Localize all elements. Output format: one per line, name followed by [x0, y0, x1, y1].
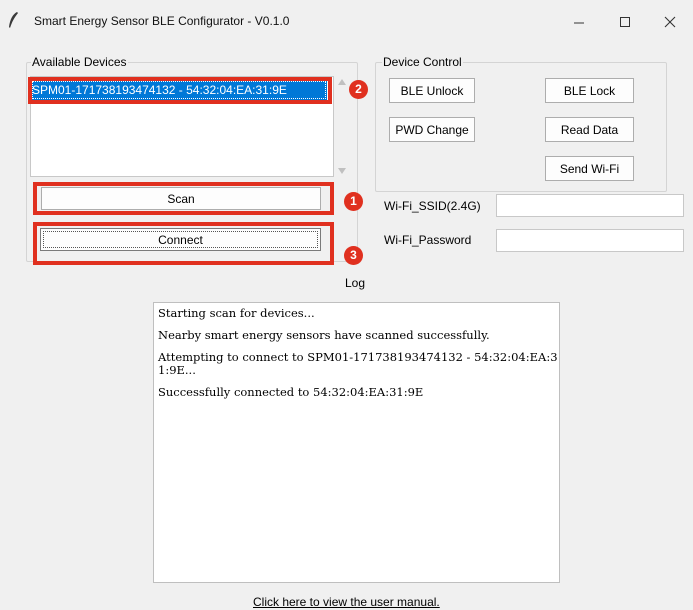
minimize-button[interactable] — [556, 5, 602, 39]
maximize-button[interactable] — [602, 5, 648, 39]
annotation-box-connect — [33, 222, 334, 265]
annotation-box-scan — [33, 182, 334, 215]
close-button[interactable] — [647, 5, 693, 39]
read-data-button[interactable]: Read Data — [545, 117, 634, 142]
log-line: Attempting to connect to SPM01-171738193… — [158, 350, 558, 377]
annotation-badge-2: 2 — [349, 80, 368, 99]
log-label: Log — [345, 276, 366, 290]
pwd-change-button[interactable]: PWD Change — [389, 117, 475, 142]
send-wifi-button[interactable]: Send Wi-Fi — [545, 156, 634, 181]
device-control-label: Device Control — [382, 55, 463, 69]
log-textbox[interactable]: Starting scan for devices... Nearby smar… — [153, 302, 560, 583]
ble-lock-button[interactable]: BLE Lock — [545, 78, 634, 103]
maximize-icon — [620, 17, 630, 27]
user-manual-link[interactable]: Click here to view the user manual. — [253, 595, 440, 609]
device-list-scrollbar[interactable] — [334, 76, 349, 178]
scroll-down-arrow-icon[interactable] — [338, 168, 346, 174]
wifi-password-input[interactable] — [496, 229, 684, 252]
close-icon — [664, 16, 676, 28]
wifi-ssid-label: Wi-Fi_SSID(2.4G) — [384, 199, 481, 213]
title-bar[interactable]: Smart Energy Sensor BLE Configurator - V… — [0, 0, 693, 40]
wifi-ssid-input[interactable] — [496, 194, 684, 217]
feather-icon — [9, 12, 18, 28]
minimize-icon — [574, 22, 584, 24]
log-line: Nearby smart energy sensors have scanned… — [158, 328, 490, 342]
available-devices-label: Available Devices — [31, 55, 128, 69]
annotation-badge-3: 3 — [344, 246, 363, 265]
wifi-password-label: Wi-Fi_Password — [384, 233, 472, 247]
annotation-badge-1: 1 — [344, 192, 363, 211]
log-line: Successfully connected to 54:32:04:EA:31… — [158, 385, 424, 399]
scroll-up-arrow-icon[interactable] — [338, 79, 346, 85]
window-title: Smart Energy Sensor BLE Configurator - V… — [34, 14, 290, 28]
log-line: Starting scan for devices... — [158, 306, 315, 320]
annotation-box-device — [28, 77, 332, 104]
ble-unlock-button[interactable]: BLE Unlock — [389, 78, 475, 103]
